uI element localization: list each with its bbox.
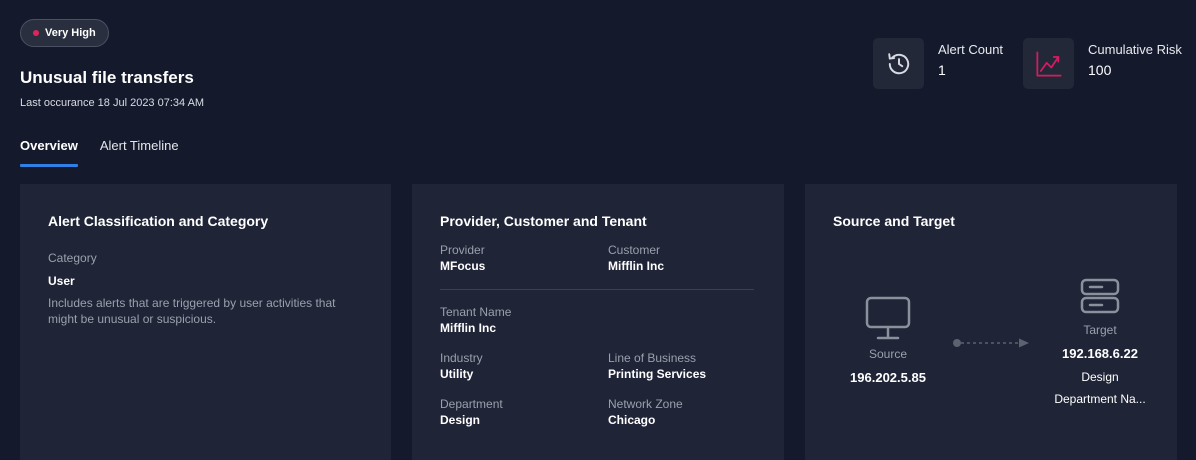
severity-dot-icon [33,30,39,36]
classification-title: Alert Classification and Category [48,213,269,229]
source-ip: 196.202.5.85 [850,370,926,385]
cumulative-risk-metric: Cumulative Risk 100 [1023,38,1182,89]
target-department-name: Department Na... [1054,392,1146,406]
source-label: Source [868,347,908,361]
lob-label: Line of Business [608,351,697,365]
source-target-card: Source and Target Source 196.202.5.85 Ta… [805,184,1177,460]
lob-field: Line of Business Printing Services [608,351,758,381]
connection-arrow-icon [953,338,1029,348]
customer-field: Customer Mifflin Inc [608,243,758,273]
target-department: Design [1081,370,1119,384]
last-occurrence-value: 18 Jul 2023 07:34 AM [97,97,205,109]
provider-card: Provider, Customer and Tenant Provider M… [412,184,784,460]
source-node: Source 196.202.5.85 [833,296,943,385]
category-description: Includes alerts that are triggered by us… [48,296,336,326]
category-value: User [48,274,75,288]
history-icon [887,52,909,74]
trend-icon-box [1023,38,1074,89]
divider [440,289,754,290]
monitor-icon [865,296,911,340]
industry-value: Utility [440,367,474,381]
source-target-title: Source and Target [833,213,955,229]
provider-label: Provider [440,243,485,257]
alert-count-value: 1 [938,62,946,78]
department-label: Department [440,397,503,411]
severity-badge: Very High [20,19,109,47]
zone-field: Network Zone Chicago [608,397,758,427]
last-occurrence-label: Last occurance [20,97,95,109]
target-label: Target [1083,323,1117,337]
alert-count-metric: Alert Count 1 [873,38,1003,89]
category-label: Category [48,251,97,265]
severity-label: Very High [45,27,96,39]
tab-overview[interactable]: Overview [20,138,78,167]
page-title: Unusual file transfers [20,68,194,87]
cumulative-risk-value: 100 [1088,62,1112,78]
history-icon-box [873,38,924,89]
last-occurrence: Last occurance 18 Jul 2023 07:34 AM [20,97,204,109]
target-ip: 192.168.6.22 [1062,346,1138,361]
zone-value: Chicago [608,413,656,427]
server-icon [1080,278,1120,314]
alert-count-label: Alert Count [938,42,1004,57]
industry-field: Industry Utility [440,351,608,381]
customer-label: Customer [608,243,661,257]
industry-label: Industry [440,351,483,365]
provider-value: MFocus [440,259,486,273]
cumulative-risk-label: Cumulative Risk [1088,42,1182,57]
tab-bar: Overview Alert Timeline [20,138,179,167]
classification-card: Alert Classification and Category Catego… [20,184,391,460]
lob-value: Printing Services [608,367,707,381]
customer-value: Mifflin Inc [608,259,664,273]
department-value: Design [440,413,481,427]
trend-up-icon [1035,50,1062,77]
zone-label: Network Zone [608,397,683,411]
tenant-value: Mifflin Inc [440,321,496,335]
tenant-field: Tenant Name Mifflin Inc [440,305,756,335]
department-field: Department Design [440,397,608,427]
provider-field: Provider MFocus [440,243,608,273]
tenant-label: Tenant Name [440,305,512,319]
tab-alert-timeline[interactable]: Alert Timeline [100,138,179,167]
provider-card-title: Provider, Customer and Tenant [440,213,647,229]
target-node: Target 192.168.6.22 Design Department Na… [1041,278,1159,406]
